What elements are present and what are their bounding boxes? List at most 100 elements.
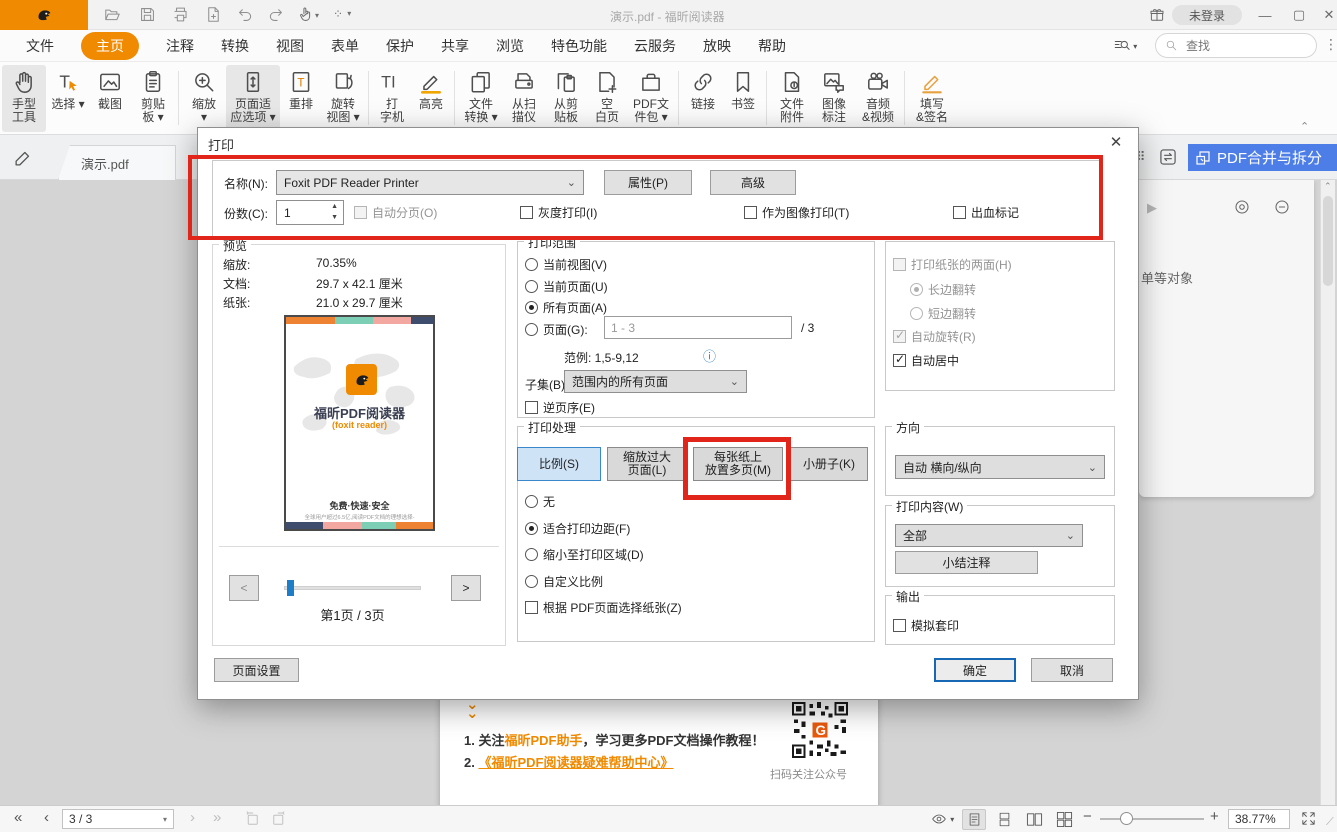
promo2-link[interactable]: 《福昕PDF阅读器疑难帮助中心》 [478,755,673,770]
rotate-left-icon[interactable] [243,810,261,832]
dialog-close-icon[interactable]: ✕ [1106,133,1126,151]
menu-protect[interactable]: 保护 [386,36,414,56]
highlight-button[interactable]: 高亮 [412,65,450,132]
login-button[interactable]: 未登录 [1172,5,1242,25]
play-icon[interactable]: ▶ [1147,200,1157,216]
menu-features[interactable]: 特色功能 [551,36,607,56]
hand-pointer-icon[interactable]: ▾ [296,5,319,29]
menu-browse[interactable]: 浏览 [496,36,524,56]
next-page-icon[interactable]: › [190,809,195,826]
more-options-icon[interactable]: ⋮ [1324,36,1337,53]
tab-fit-oversize[interactable]: 缩放过大 页面(L) [607,447,687,481]
menu-share[interactable]: 共享 [441,36,469,56]
target-icon[interactable] [1233,198,1251,221]
snapshot-button[interactable]: 截图 [90,65,130,132]
rotate-view-button[interactable]: 旋转 视图 ▾ [322,65,364,132]
radio-fit-margins[interactable]: 适合打印边距(F) [525,520,630,537]
radio-current-view[interactable]: 当前视图(V) [525,256,607,273]
link-button[interactable]: 链接 [684,65,722,132]
menu-comment[interactable]: 注释 [166,36,194,56]
menu-home[interactable]: 主页 [81,32,139,60]
menu-cloud[interactable]: 云服务 [634,36,676,56]
preview-prev-button[interactable]: < [229,575,259,601]
document-tab[interactable]: 演示.pdf [58,145,176,180]
save-icon[interactable] [138,5,157,29]
zoom-in-icon[interactable]: + [1210,808,1219,825]
menu-view[interactable]: 视图 [276,36,304,56]
radio-scale-none[interactable]: 无 [525,493,555,510]
rotate-right-icon[interactable] [270,810,288,832]
both-sides-checkbox[interactable]: 打印纸张的两面(H) [893,256,1012,273]
radio-custom-scale[interactable]: 自定义比例 [525,573,603,590]
radio-all-pages[interactable]: 所有页面(A) [525,299,607,316]
hand-tool-button[interactable]: 手型 工具 [2,65,46,132]
preview-next-button[interactable]: > [451,575,481,601]
search-box[interactable] [1155,33,1317,58]
convert-file-button[interactable]: 文件 转换 ▾ [460,65,502,132]
blank-page-button[interactable]: 空 白页 [588,65,626,132]
zoom-slider-track[interactable] [1100,818,1204,820]
close-window-button[interactable]: ✕ [1318,4,1337,26]
radio-short-edge[interactable]: 短边翻转 [910,305,976,322]
menu-form[interactable]: 表单 [331,36,359,56]
zoom-slider-handle[interactable] [1120,812,1133,825]
print-icon[interactable] [171,5,190,29]
preview-page-slider[interactable] [284,586,421,590]
cancel-button[interactable]: 取消 [1031,658,1113,682]
maximize-button[interactable]: ▢ [1288,4,1310,26]
page-dropdown-icon[interactable]: ▾ [163,815,167,824]
bookmark-button[interactable]: 书签 [724,65,762,132]
image-annotation-button[interactable]: 图像 标注 [814,65,854,132]
search-input[interactable] [1184,38,1294,54]
print-content-dropdown[interactable]: 全部⌄ [895,524,1083,547]
summarize-comments-button[interactable]: 小结注释 [895,551,1038,574]
pdf-portfolio-button[interactable]: PDF文 件包 ▾ [628,65,674,132]
fullscreen-icon[interactable] [1300,810,1317,832]
clipboard-button[interactable]: 剪贴 板 ▾ [132,65,174,132]
audio-video-button[interactable]: 音频 &视频 [856,65,900,132]
choose-paper-checkbox[interactable]: 根据 PDF页面选择纸张(Z) [525,599,682,616]
typewriter-button[interactable]: TI打 字机 [374,65,410,132]
gift-icon[interactable] [1148,6,1166,29]
radio-pages[interactable]: 页面(G): [525,321,588,338]
scrollbar-thumb[interactable] [1323,196,1333,286]
minimize-button[interactable]: — [1254,4,1276,26]
zoom-tool-button[interactable]: 缩放 ▾ [184,65,224,132]
page-fit-button[interactable]: 页面适 应选项 ▾ [226,65,280,132]
collapse-panel-icon[interactable] [1273,198,1291,221]
auto-rotate-checkbox[interactable]: 自动旋转(R) [893,328,976,345]
facing-view-icon[interactable] [1022,809,1046,830]
menu-file[interactable]: 文件 [26,36,54,56]
pdf-merge-split-badge[interactable]: PDF合并与拆分 [1188,144,1337,171]
customize-toolbar-icon[interactable]: ⁘ ▾ [333,7,352,21]
redo-icon[interactable] [266,5,285,29]
zoom-level-box[interactable]: 38.77% [1228,809,1290,829]
page-number-box[interactable]: 3 / 3 ▾ [62,809,174,829]
scroll-up-icon[interactable]: ⌃ [1324,181,1332,192]
foxit-logo[interactable] [0,0,88,30]
swap-panel-icon[interactable] [1158,147,1178,172]
view-mode-eye-icon[interactable]: ▾ [930,811,954,832]
first-page-icon[interactable]: « [14,809,22,826]
auto-center-checkbox[interactable]: 自动居中 [893,352,959,369]
fill-sign-button[interactable]: 填写 &签名 [910,65,954,132]
collapse-ribbon-icon[interactable]: ⌃ [1300,120,1309,133]
info-icon[interactable]: ⓘ [703,346,716,365]
file-attachment-button[interactable]: 文件 附件 [772,65,812,132]
undo-icon[interactable] [236,5,255,29]
orientation-dropdown[interactable]: 自动 横向/纵向⌄ [895,455,1105,479]
tab-scale[interactable]: 比例(S) [517,447,601,481]
select-tool-button[interactable]: T选择 ▾ [48,65,88,132]
pages-range-input[interactable] [604,316,792,339]
ok-button[interactable]: 确定 [934,658,1016,682]
radio-current-page[interactable]: 当前页面(U) [525,278,608,295]
open-file-icon[interactable] [103,5,122,29]
simulate-overprint-checkbox[interactable]: 模拟套印 [893,617,959,634]
reflow-button[interactable]: T重排 [282,65,320,132]
resize-grip[interactable]: ⟋ [1326,816,1334,829]
preview-slider-handle[interactable] [287,580,294,596]
menu-convert[interactable]: 转换 [221,36,249,56]
continuous-view-icon[interactable] [992,809,1016,830]
reverse-pages-checkbox[interactable]: 逆页序(E) [525,399,595,416]
from-scanner-button[interactable]: 从扫 描仪 [504,65,544,132]
